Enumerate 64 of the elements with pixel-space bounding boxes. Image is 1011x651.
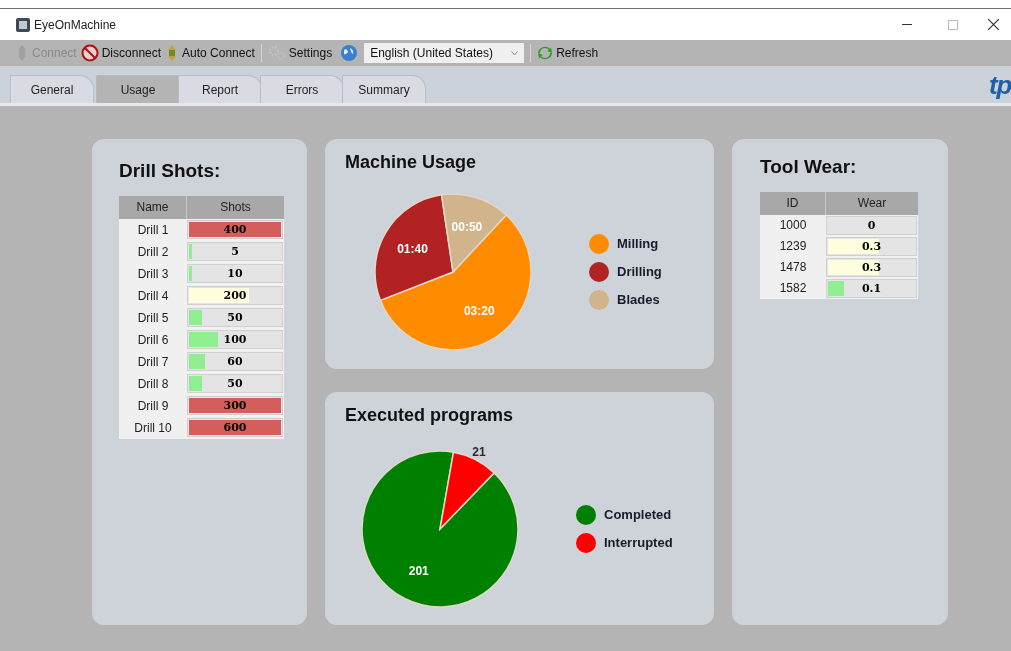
bar-value: 5 [230,244,240,259]
legend-label: Completed [604,506,672,525]
bar-value: 50 [226,376,244,391]
toolbar-button[interactable]: Auto Connect [165,44,255,62]
table-cell-text: 1239 [778,238,808,255]
globe-icon [340,44,359,62]
refresh-button[interactable]: Refresh [537,44,599,62]
tab[interactable]: Summary [342,75,426,103]
panel-title: Drill Shots: [119,159,222,183]
table-cell-text: Drill 5 [136,309,170,327]
bar-value: 0.3 [860,259,883,275]
table-cell-text: Drill 10 [133,419,173,437]
column-header: Shots [219,199,252,216]
app-icon [16,17,30,32]
toolbar-button[interactable]: Settings [267,44,333,62]
bar-value: 10 [226,266,244,281]
panel-title: Machine Usage [345,151,478,174]
toolbar-button[interactable]: Disconnect [80,44,162,62]
forbidden-icon [80,44,99,62]
table-cell-text: 1478 [778,259,808,276]
window-title: EyeOnMachine [34,16,117,34]
value-label: 00:50 [451,221,483,234]
value-label: 201 [408,564,429,577]
bar-value: 200 [222,288,248,303]
bar-value: 0.3 [860,238,883,254]
table-cell-text: Drill 3 [136,265,170,283]
legend-label: Drilling [617,263,662,282]
bar-value: 50 [226,310,244,325]
table-cell-text: Drill 2 [136,243,170,261]
panel-title: Executed programs [345,404,515,427]
value-label: 21 [472,446,486,459]
table-cell-text: Drill 9 [136,397,170,415]
bar-value: 300 [222,398,248,413]
table-cell-text: Drill 1 [136,221,170,239]
chevron-icon [511,50,519,56]
bar-value: 0.1 [860,280,883,296]
tab[interactable]: Errors [260,75,344,103]
column-header: ID [760,191,826,215]
tab[interactable]: Report [178,75,262,103]
bar-value: 100 [222,332,248,347]
table-cell-text: Drill 4 [136,287,170,305]
value-label: 03:20 [463,304,495,317]
column-header: Wear [856,195,888,212]
table-cell-text: Drill 8 [136,375,170,393]
panel-title: Tool Wear: [760,155,858,179]
table-cell-text: Drill 6 [136,331,170,349]
bar-value: 600 [222,420,248,435]
bar-value: 0 [866,217,877,233]
table-cell-text: 1582 [778,280,808,297]
bar-value: 400 [222,222,248,237]
refresh-icon [537,45,554,61]
tab[interactable]: Usage [96,75,180,103]
value-label: 01:40 [397,242,428,255]
language-dropdown[interactable]: English (United States) [364,43,525,63]
tab[interactable]: General [10,75,94,103]
legend-label: Interrupted [604,534,673,553]
close-icon[interactable] [988,19,999,30]
logo: tp [989,72,1011,98]
legend-label: Milling [617,235,659,254]
table-cell-text: 1000 [778,217,808,234]
legend-label: Blades [617,291,660,310]
column-header: Name [119,195,187,219]
table-cell-text: Drill 7 [136,353,170,371]
bar-value: 60 [226,354,244,369]
